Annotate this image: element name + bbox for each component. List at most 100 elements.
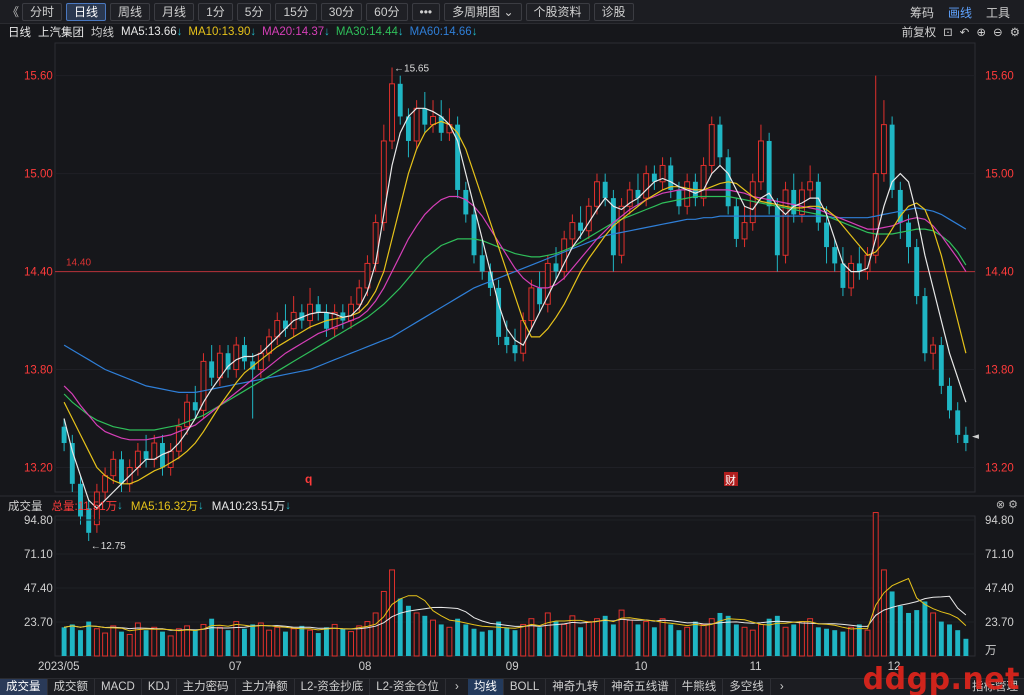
volume-bar-up	[741, 626, 748, 657]
candle-body-up	[167, 450, 174, 469]
ma60-line	[63, 207, 967, 393]
volume-axis-label-left: 23.70	[24, 617, 53, 629]
volume-bar-up	[848, 626, 855, 657]
price-axis-label-right: 13.80	[985, 365, 1014, 377]
volume-bar-down	[676, 630, 682, 656]
volume-bar-up	[274, 626, 281, 657]
high-price-label: ←15.65	[394, 63, 429, 74]
volume-bar-down	[340, 628, 346, 656]
candle-body-up	[594, 181, 600, 207]
price-axis-label-right: 15.00	[985, 169, 1014, 181]
volume-bar-down	[824, 628, 829, 656]
candle-body-up	[216, 352, 223, 379]
volume-axis-label-left: 71.10	[24, 549, 53, 561]
volume-bar-down	[578, 627, 584, 656]
volume-bar-down	[78, 630, 83, 656]
candle-body-up	[102, 475, 109, 493]
close-icon[interactable]: ⊗	[996, 499, 1005, 511]
volume-bar-down	[963, 638, 969, 656]
kline-chart[interactable]: 15.60 15.60 15.00 15.00 14.40 14.40 13.80 13.80…	[0, 0, 1024, 695]
tab-turnover[interactable]: 成交额	[48, 678, 95, 695]
volume-bar-down	[610, 624, 616, 656]
price-axis-label-left: 15.60	[24, 71, 53, 83]
candle-body-up	[618, 205, 625, 256]
date-axis-label: 2023/05	[38, 661, 80, 673]
volume-bar-down	[463, 624, 469, 656]
price-axis-label-left: 14.40	[24, 267, 53, 279]
tab-shenqi-9[interactable]: 神奇九转	[546, 678, 606, 695]
candle-body-down	[717, 124, 723, 158]
volume-bar-down	[299, 625, 305, 656]
volume-bar-up	[880, 569, 887, 657]
candle-body-down	[774, 206, 780, 256]
candle-body-up	[930, 344, 937, 354]
volume-bar-up	[233, 621, 240, 657]
volume-bar-up	[151, 626, 158, 657]
volume-bar-down	[635, 624, 641, 656]
volume-bar-down	[947, 624, 952, 656]
volume-bar-up	[389, 569, 395, 657]
volume-bar-down	[438, 624, 444, 656]
tab-main-force-code[interactable]: 主力密码	[177, 678, 236, 695]
volume-bar-down	[455, 618, 461, 656]
volume-bar-down	[69, 624, 75, 656]
candle-body-up	[520, 320, 527, 354]
tab-kdj[interactable]: KDJ	[142, 678, 177, 695]
volume-bar-down	[225, 630, 231, 656]
volume-bar-up	[569, 615, 576, 657]
tab-l2-bottom[interactable]: L2-资金抄底	[295, 678, 371, 695]
candle-body-down	[463, 189, 469, 215]
tab-ma[interactable]: 均线	[467, 678, 504, 695]
volume-bar-up	[216, 626, 223, 657]
volume-axis-label-right: 23.70	[985, 617, 1014, 629]
volume-bar-up	[520, 623, 527, 657]
candle-body-down	[512, 345, 518, 354]
volume-bar-down	[889, 591, 895, 656]
tab-shenqi-5[interactable]: 神奇五线谱	[605, 678, 676, 695]
volume-bar-up	[585, 621, 592, 657]
tab-long-short[interactable]: 多空线	[723, 678, 771, 695]
volume-bar-down	[86, 621, 92, 656]
candle-body-down	[676, 189, 682, 207]
candle-body-down	[209, 361, 215, 378]
volume-bar-down	[733, 624, 739, 656]
volume-legend: 成交量 总量:11.51万 ↓ MA5:16.32万 ↓ MA10:23.51万 ↓	[0, 498, 1024, 514]
volume-bar-up	[356, 625, 363, 657]
tabs-scroll-right-icon[interactable]: ›	[771, 681, 793, 693]
volume-bar-down	[815, 627, 821, 656]
tab-macd[interactable]: MACD	[95, 678, 142, 695]
volume-bar-up	[110, 625, 117, 657]
down-arrow-icon: ↓	[117, 500, 123, 512]
volume-bar-up	[757, 623, 764, 657]
tabs-scroll-right-icon[interactable]: ›	[446, 681, 468, 693]
tab-bull-bear[interactable]: 牛熊线	[676, 678, 724, 695]
volume-bar-down	[832, 630, 838, 656]
candle-body-down	[578, 222, 584, 231]
volume-bar-up	[864, 629, 871, 657]
candle-body-down	[315, 304, 321, 313]
reference-line-label: 14.40	[66, 258, 91, 269]
candle-body-down	[61, 426, 67, 444]
price-axis-label-left: 13.80	[24, 365, 53, 377]
volume-bar-down	[906, 612, 911, 656]
volume-ma10: MA10:23.51万	[211, 501, 286, 513]
tab-main-net-flow[interactable]: 主力净额	[236, 678, 295, 695]
volume-bar-down	[504, 627, 510, 656]
tab-volume[interactable]: 成交量	[0, 678, 48, 695]
candle-body-down	[824, 222, 829, 248]
down-arrow-icon: ↓	[198, 500, 204, 512]
candle-body-up	[700, 164, 707, 199]
volume-bar-down	[119, 631, 124, 656]
volume-bar-up	[618, 609, 625, 657]
tab-boll[interactable]: BOLL	[504, 678, 547, 695]
candle-body-up	[528, 287, 535, 322]
settings-icon[interactable]: ⚙	[1008, 499, 1018, 511]
candle-body-down	[906, 222, 911, 248]
tab-l2-position[interactable]: L2-资金仓位	[370, 678, 446, 695]
volume-bar-down	[143, 630, 149, 656]
volume-bar-up	[684, 626, 691, 657]
candle-body-up	[848, 262, 855, 289]
candle-body-down	[504, 336, 510, 346]
volume-bar-up	[446, 626, 453, 657]
volume-bar-up	[659, 618, 666, 657]
